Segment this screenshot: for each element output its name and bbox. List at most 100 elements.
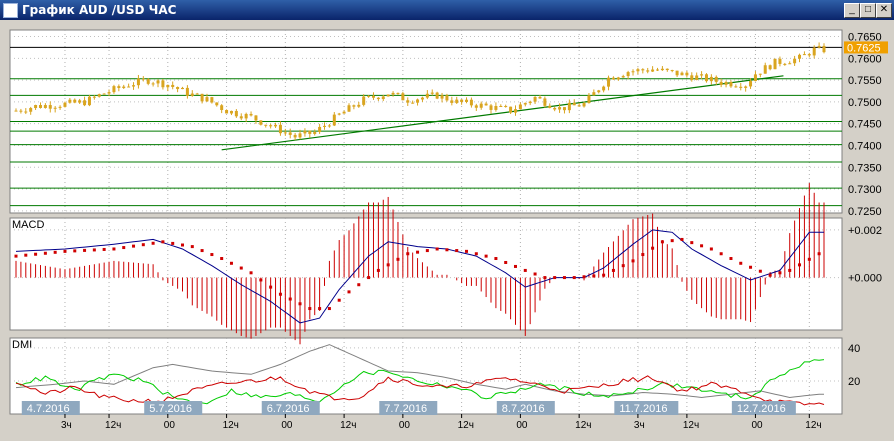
macd-signal-dot <box>63 249 67 253</box>
macd-signal-dot <box>562 276 566 280</box>
candle-body <box>460 99 464 102</box>
candle-body <box>288 132 292 135</box>
macd-signal-dot <box>249 271 253 275</box>
candle-body <box>313 131 317 134</box>
candle-body <box>166 84 170 88</box>
candle-body <box>465 99 469 102</box>
minimize-button[interactable]: _ <box>844 3 860 18</box>
macd-signal-dot <box>768 273 772 277</box>
candle-body <box>817 45 821 48</box>
candle-body <box>416 99 420 103</box>
candle-body <box>122 86 126 88</box>
macd-signal-dot <box>709 247 713 251</box>
candle-body <box>504 106 508 108</box>
candle-body <box>607 77 611 87</box>
macd-signal-dot <box>523 268 527 272</box>
macd-signal-dot <box>504 260 508 264</box>
macd-signal-dot <box>660 240 664 244</box>
price-axis-tick: 0.7250 <box>848 206 882 218</box>
candle-body <box>327 125 331 127</box>
maximize-button[interactable]: □ <box>860 3 876 18</box>
candle-body <box>739 86 743 88</box>
date-label: 11.7.2016 <box>619 403 667 415</box>
current-price-label: 0.7625 <box>847 42 881 54</box>
candle-body <box>102 93 106 95</box>
candle-body <box>112 86 116 93</box>
candle-body <box>396 92 400 94</box>
macd-signal-dot <box>700 244 704 248</box>
candle-body <box>48 105 52 109</box>
time-tick-label: 12ч <box>683 420 699 431</box>
macd-signal-dot <box>494 257 498 261</box>
date-label: 6.7.2016 <box>267 403 310 415</box>
time-tick-label: 00 <box>164 420 176 431</box>
macd-signal-dot <box>572 276 576 280</box>
candle-body <box>445 95 449 101</box>
macd-signal-dot <box>798 263 802 267</box>
macd-signal-dot <box>327 307 331 311</box>
candle-body <box>562 107 566 111</box>
candle-body <box>621 76 625 78</box>
candle-body <box>675 70 679 76</box>
date-label: 12.7.2016 <box>737 403 786 415</box>
candle-body <box>176 86 180 90</box>
candle-body <box>822 45 826 53</box>
candle-body <box>367 95 371 97</box>
candle-body <box>146 79 150 84</box>
macd-signal-dot <box>513 264 517 268</box>
chart-area[interactable]: 0.7650 0.7600 0.7550 0.7500 0.7450 0.7400 0.73… <box>0 20 894 441</box>
close-button[interactable]: ✕ <box>876 3 892 18</box>
candle-body <box>670 70 674 72</box>
candle-body <box>161 80 165 88</box>
candle-body <box>509 106 513 113</box>
macd-signal-dot <box>435 247 439 251</box>
candle-body <box>656 69 660 71</box>
candle-body <box>763 65 767 74</box>
time-tick-label: 00 <box>751 420 763 431</box>
candle-body <box>171 84 175 87</box>
time-tick-label: 12ч <box>805 420 821 431</box>
candle-body <box>538 96 542 99</box>
macd-title: MACD <box>12 219 44 231</box>
date-label: 5.7.2016 <box>149 403 192 415</box>
candle-body <box>274 124 278 127</box>
candle-body <box>744 86 748 88</box>
candle-body <box>533 96 537 102</box>
candle-body <box>195 93 199 95</box>
window-title: График AUD /USD ЧАС <box>22 3 177 17</box>
time-tick-label: 00 <box>281 420 293 431</box>
candle-body <box>234 110 238 117</box>
macd-signal-dot <box>376 268 380 272</box>
candle-body <box>489 105 493 110</box>
time-tick-label: 12ч <box>458 420 474 431</box>
macd-signal-dot <box>651 246 655 250</box>
macd-signal-dot <box>151 241 155 245</box>
candle-body <box>347 105 351 112</box>
candle-body <box>293 134 297 138</box>
candle-body <box>690 75 694 80</box>
macd-signal-dot <box>229 261 233 265</box>
macd-signal-dot <box>592 274 596 278</box>
candle-body <box>43 105 47 108</box>
macd-signal-dot <box>807 257 811 261</box>
macd-signal-dot <box>543 276 547 280</box>
macd-signal-dot <box>347 290 351 294</box>
macd-signal-dot <box>141 243 145 247</box>
macd-axis-tick: +0.002 <box>848 225 882 237</box>
candle-body <box>768 65 772 70</box>
candle-body <box>132 85 136 87</box>
macd-signal-dot <box>621 264 625 268</box>
candle-body <box>342 111 346 114</box>
candle-body <box>567 102 571 111</box>
candle-body <box>180 87 184 90</box>
macd-signal-dot <box>210 253 214 257</box>
price-axis-tick: 0.7550 <box>848 75 882 87</box>
candle-body <box>38 105 42 108</box>
candle-body <box>58 106 62 108</box>
candle-body <box>278 124 282 134</box>
macd-signal-dot <box>259 278 263 282</box>
candle-body <box>474 105 478 108</box>
chart-canvas[interactable]: 0.76500.76000.75500.75000.74500.74000.73… <box>0 20 894 438</box>
candle-body <box>229 110 233 114</box>
candle-body <box>220 105 224 110</box>
